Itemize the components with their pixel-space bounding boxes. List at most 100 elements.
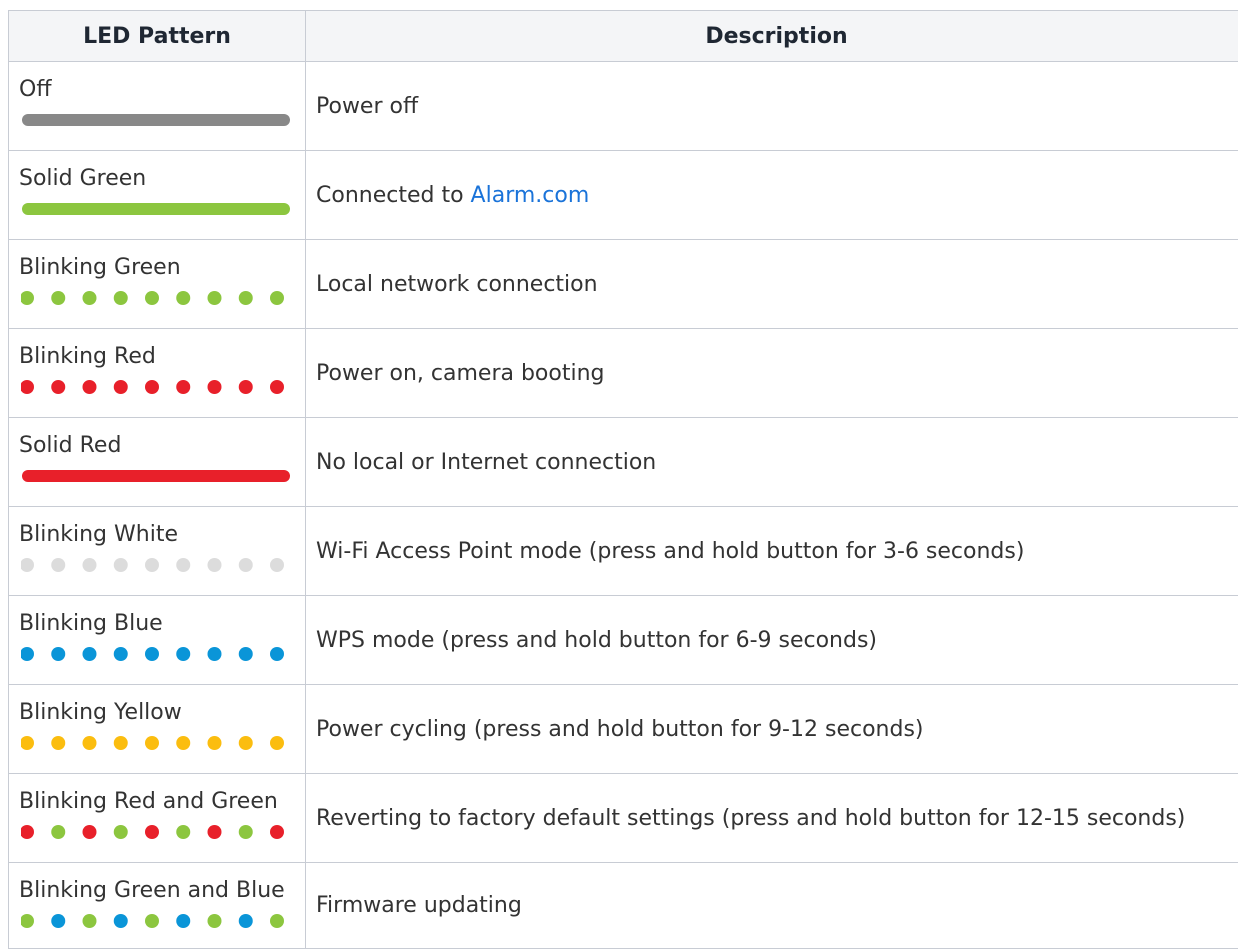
description-cell: Power on, camera booting [306, 329, 1238, 418]
led-dot [51, 291, 65, 305]
description-cell: Firmware updating [306, 863, 1238, 949]
led-dot [176, 558, 190, 572]
led-dot [270, 825, 284, 839]
led-solid-indicator [21, 201, 291, 217]
led-pattern-name: Blinking Red [19, 344, 305, 370]
led-dot [239, 558, 253, 572]
description-cell: Reverting to factory default settings (p… [306, 774, 1238, 863]
led-dot [83, 380, 97, 394]
table-row: Blinking White Wi-Fi Access Point mode (p… [9, 507, 1238, 596]
led-dot [21, 647, 34, 661]
description-text: WPS mode (press and hold button for 6-9 … [316, 628, 877, 653]
led-dot [208, 736, 222, 750]
led-dot [145, 914, 159, 928]
description-cell: Power off [306, 62, 1238, 151]
led-blink-indicator [21, 557, 291, 573]
led-dot [51, 647, 65, 661]
description-text: Power cycling (press and hold button for… [316, 717, 924, 742]
led-pattern-table: LED Pattern Description Off Power off Soli… [8, 10, 1238, 949]
led-dot [51, 825, 65, 839]
description-text: Connected to [316, 183, 471, 208]
table-row: Blinking Yellow Power cycling (press and … [9, 685, 1238, 774]
description-cell: Wi-Fi Access Point mode (press and hold … [306, 507, 1238, 596]
led-dot [176, 736, 190, 750]
led-dot [176, 825, 190, 839]
led-pattern-cell: Solid Green [9, 151, 306, 240]
led-dot [176, 647, 190, 661]
led-dot [239, 291, 253, 305]
description-text: Power off [316, 94, 418, 119]
led-dot [208, 291, 222, 305]
led-dot [114, 647, 128, 661]
led-pattern-name: Off [19, 77, 305, 103]
description-text: Wi-Fi Access Point mode (press and hold … [316, 539, 1024, 564]
led-dot [239, 914, 253, 928]
led-dot [51, 914, 65, 928]
led-dot [21, 291, 34, 305]
led-dot [145, 825, 159, 839]
led-dot [145, 736, 159, 750]
led-pattern-cell: Blinking Yellow [9, 685, 306, 774]
led-pattern-cell: Blinking Red and Green [9, 774, 306, 863]
table-row: Solid Red No local or Internet connection [9, 418, 1238, 507]
led-dot [51, 736, 65, 750]
led-dot [83, 558, 97, 572]
table-row: Blinking Blue WPS mode (press and hold bu… [9, 596, 1238, 685]
led-dot [176, 380, 190, 394]
led-dot [239, 380, 253, 394]
led-dot [208, 558, 222, 572]
table-header-row: LED Pattern Description [9, 11, 1238, 62]
led-dot [239, 736, 253, 750]
led-dot [114, 736, 128, 750]
led-dot [21, 736, 34, 750]
led-dot [208, 647, 222, 661]
led-solid-indicator [21, 112, 291, 128]
led-pattern-name: Blinking Blue [19, 611, 305, 637]
led-dot [176, 291, 190, 305]
led-blink-indicator [21, 735, 291, 751]
led-dot [239, 647, 253, 661]
led-dot [83, 647, 97, 661]
led-dot [145, 380, 159, 394]
led-dot [83, 291, 97, 305]
led-dot [83, 825, 97, 839]
led-blink-indicator [21, 913, 291, 929]
led-dot [21, 825, 34, 839]
description-text: Reverting to factory default settings (p… [316, 806, 1185, 831]
table-row: Blinking RedPower on, camera booting [9, 329, 1238, 418]
led-pattern-name: Blinking Green and Blue [19, 878, 305, 904]
led-dot [21, 558, 34, 572]
led-dot [83, 736, 97, 750]
led-dot [270, 647, 284, 661]
led-dot [114, 291, 128, 305]
led-pattern-name: Blinking Yellow [19, 700, 305, 726]
table-row: Blinking Green Local network connection [9, 240, 1238, 329]
description-text: Local network connection [316, 272, 598, 297]
led-dot [145, 647, 159, 661]
description-text: Firmware updating [316, 893, 522, 918]
description-text: No local or Internet connection [316, 450, 656, 475]
led-pattern-cell: Blinking Green and Blue [9, 863, 306, 949]
led-pattern-name: Blinking White [19, 522, 305, 548]
description-cell: No local or Internet connection [306, 418, 1238, 507]
led-dot [51, 380, 65, 394]
header-led-pattern: LED Pattern [9, 11, 306, 62]
led-pattern-cell: Blinking Green [9, 240, 306, 329]
led-dot [114, 380, 128, 394]
led-dot [114, 558, 128, 572]
led-pattern-name: Solid Green [19, 166, 305, 192]
led-dot [83, 914, 97, 928]
led-pattern-name: Solid Red [19, 433, 305, 459]
led-dot [270, 291, 284, 305]
table-body: Off Power off Solid Green Connected to Alar… [9, 62, 1238, 949]
table-row: Solid Green Connected to Alarm.com [9, 151, 1238, 240]
led-dot [270, 558, 284, 572]
led-pattern-cell: Solid Red [9, 418, 306, 507]
led-dot [145, 558, 159, 572]
alarm-com-link[interactable]: Alarm.com [471, 183, 590, 208]
led-blink-indicator [21, 824, 291, 840]
led-dot [208, 825, 222, 839]
led-pattern-name: Blinking Green [19, 255, 305, 281]
led-dot [51, 558, 65, 572]
led-pattern-cell: Blinking Blue [9, 596, 306, 685]
